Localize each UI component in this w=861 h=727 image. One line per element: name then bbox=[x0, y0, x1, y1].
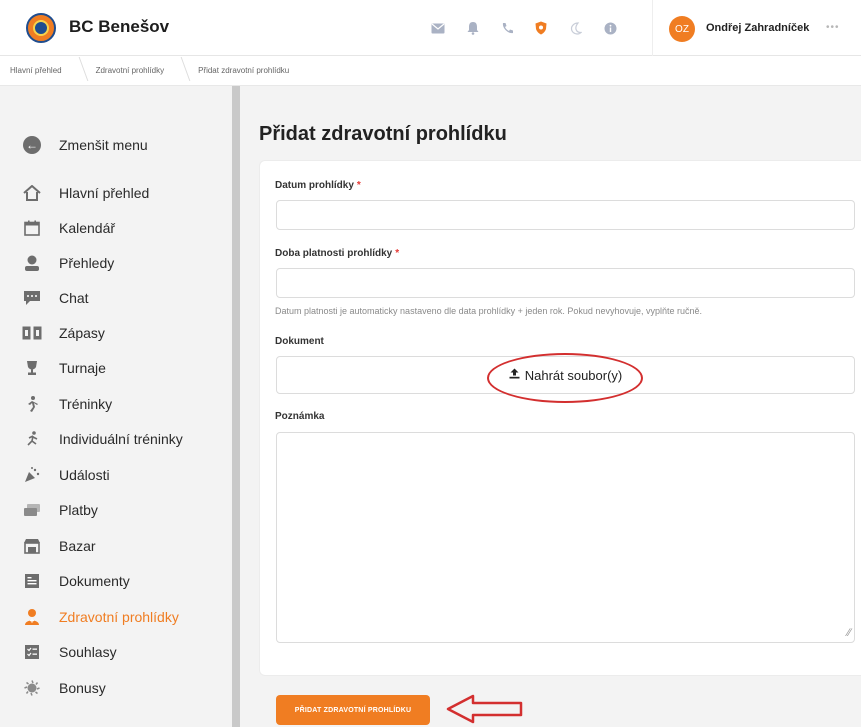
required-mark: * bbox=[395, 248, 400, 259]
sidebar-item-documents[interactable]: Dokumenty bbox=[22, 569, 130, 593]
calendar-icon bbox=[22, 218, 42, 238]
chat-icon bbox=[22, 288, 42, 308]
sidebar-item-label: Dokumenty bbox=[59, 573, 130, 589]
sidebar-item-label: Individuální tréninky bbox=[59, 431, 183, 447]
note-textarea[interactable]: ∕∕ bbox=[276, 432, 855, 643]
collapse-menu-label: Zmenšit menu bbox=[59, 137, 148, 153]
top-bar: BC Benešov OZ Ondřej Zahradníček ••• bbox=[0, 0, 861, 56]
arrow-left-icon: ← bbox=[23, 136, 41, 154]
overview-icon bbox=[22, 253, 42, 273]
user-avatar[interactable]: OZ bbox=[669, 16, 695, 42]
resize-handle-icon[interactable]: ∕∕ bbox=[847, 627, 851, 639]
individual-training-icon bbox=[22, 429, 42, 449]
trophy-icon bbox=[22, 358, 42, 378]
sidebar-item-label: Chat bbox=[59, 290, 89, 306]
breadcrumb-home[interactable]: Hlavní přehled bbox=[10, 66, 84, 75]
sidebar-item-label: Souhlasy bbox=[59, 644, 117, 660]
header-divider bbox=[652, 0, 653, 56]
club-logo[interactable] bbox=[26, 13, 56, 43]
page-title: Přidat zdravotní prohlídku bbox=[259, 123, 507, 145]
sidebar-item-calendar[interactable]: Kalendář bbox=[22, 216, 115, 240]
annotation-arrow-icon bbox=[446, 694, 523, 724]
sidebar-item-label: Kalendář bbox=[59, 220, 116, 236]
sidebar-divider bbox=[232, 86, 240, 727]
sidebar-item-home[interactable]: Hlavní přehled bbox=[22, 181, 149, 205]
home-icon bbox=[22, 183, 42, 203]
medical-icon bbox=[22, 607, 42, 627]
validity-label: Doba platnosti prohlídky * bbox=[275, 248, 399, 259]
sidebar-item-label: Turnaje bbox=[59, 360, 106, 376]
required-mark: * bbox=[356, 180, 361, 191]
submit-button[interactable]: PŘIDAT ZDRAVOTNÍ PROHLÍDKU bbox=[276, 695, 430, 725]
club-name[interactable]: BC Benešov bbox=[69, 17, 169, 37]
sidebar-item-label: Bonusy bbox=[59, 680, 106, 696]
sidebar-item-label: Události bbox=[59, 467, 110, 483]
sidebar-item-medical-checks[interactable]: Zdravotní prohlídky bbox=[22, 605, 179, 629]
breadcrumb-medical-checks[interactable]: Zdravotní prohlídky bbox=[96, 66, 186, 75]
sidebar-item-bonuses[interactable]: Bonusy bbox=[22, 676, 106, 700]
date-label-text: Datum prohlídky bbox=[275, 180, 354, 191]
user-name[interactable]: Ondřej Zahradníček bbox=[706, 22, 809, 34]
mail-icon[interactable] bbox=[431, 21, 445, 35]
bonus-icon bbox=[22, 678, 42, 698]
breadcrumb: Hlavní přehled Zdravotní prohlídky Přida… bbox=[0, 56, 861, 86]
info-icon[interactable] bbox=[603, 21, 617, 35]
more-menu-icon[interactable]: ••• bbox=[826, 22, 840, 33]
moon-icon[interactable] bbox=[569, 21, 583, 35]
shield-icon[interactable] bbox=[534, 21, 548, 35]
annotation-ellipse bbox=[487, 353, 643, 403]
sidebar-item-trainings[interactable]: Tréninky bbox=[22, 392, 112, 416]
sidebar-item-events[interactable]: Události bbox=[22, 463, 110, 487]
breadcrumb-current: Přidat zdravotní prohlídku bbox=[198, 66, 290, 75]
document-label: Dokument bbox=[275, 336, 324, 347]
events-icon bbox=[22, 465, 42, 485]
payments-icon bbox=[22, 500, 42, 520]
training-icon bbox=[22, 394, 42, 414]
phone-icon[interactable] bbox=[500, 21, 514, 35]
sidebar-item-payments[interactable]: Platby bbox=[22, 498, 98, 522]
sidebar-item-individual-trainings[interactable]: Individuální tréninky bbox=[22, 427, 183, 451]
sidebar-item-shop[interactable]: Bazar bbox=[22, 534, 96, 558]
sidebar-item-label: Platby bbox=[59, 502, 98, 518]
sidebar-item-matches[interactable]: Zápasy bbox=[22, 321, 105, 345]
sidebar-item-label: Přehledy bbox=[59, 255, 115, 271]
sidebar-item-overviews[interactable]: Přehledy bbox=[22, 251, 114, 275]
documents-icon bbox=[22, 571, 42, 591]
collapse-menu-button[interactable]: ← Zmenšit menu bbox=[22, 133, 148, 157]
sidebar-item-tournaments[interactable]: Turnaje bbox=[22, 356, 106, 380]
note-label: Poznámka bbox=[275, 411, 325, 422]
consents-icon bbox=[22, 642, 42, 662]
date-label: Datum prohlídky * bbox=[275, 180, 361, 191]
sidebar-item-consents[interactable]: Souhlasy bbox=[22, 640, 117, 664]
sidebar-item-label: Tréninky bbox=[59, 396, 113, 412]
validity-hint: Datum platnosti je automaticky nastaveno… bbox=[275, 306, 702, 316]
validity-label-text: Doba platnosti prohlídky bbox=[275, 248, 393, 259]
sidebar-item-label: Bazar bbox=[59, 538, 96, 554]
sidebar-item-label: Zdravotní prohlídky bbox=[59, 609, 179, 625]
sidebar-item-label: Zápasy bbox=[59, 325, 105, 341]
sidebar-item-label: Hlavní přehled bbox=[59, 185, 150, 201]
date-input[interactable] bbox=[276, 200, 855, 230]
sidebar-item-chat[interactable]: Chat bbox=[22, 286, 89, 310]
shop-icon bbox=[22, 536, 42, 556]
validity-input[interactable] bbox=[276, 268, 855, 298]
bell-icon[interactable] bbox=[466, 21, 480, 35]
matches-icon bbox=[22, 323, 42, 343]
